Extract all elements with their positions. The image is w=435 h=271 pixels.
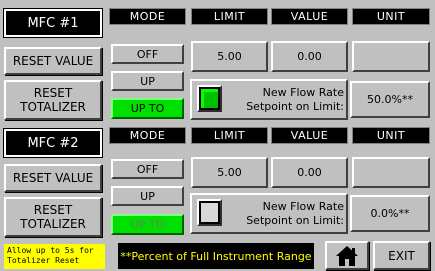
setpoint-label-2: New Flow Rate Setpoint on Limit:: [226, 200, 344, 230]
mode-up-button-1[interactable]: UP: [111, 71, 184, 91]
mfc1-title: MFC #1: [3, 8, 103, 38]
setpoint-toggle-1[interactable]: [197, 85, 222, 112]
setpoint-label-2-line1: New Flow Rate: [262, 200, 344, 213]
unit-field-2[interactable]: [352, 157, 430, 188]
range-note: **Percent of Full Instrument Range: [118, 243, 314, 269]
mode-off-button-2[interactable]: OFF: [111, 159, 184, 179]
setpoint-label-1-line2: Setpoint on Limit:: [246, 100, 344, 113]
header-limit-2: LIMIT: [191, 127, 268, 144]
header-value-1: VALUE: [271, 8, 348, 25]
limit-field-1[interactable]: 5.00: [191, 41, 268, 72]
setpoint-label-1-line1: New Flow Rate: [262, 86, 344, 99]
mfc2-title: MFC #2: [3, 128, 103, 158]
header-value-2: VALUE: [271, 127, 348, 144]
header-unit-2: UNIT: [352, 127, 430, 144]
reset-totalizer-button-2[interactable]: RESET TOTALIZER: [4, 197, 102, 237]
reset-totalizer-label-1b: TOTALIZER: [20, 100, 86, 114]
mode-up-to-button-2[interactable]: UP TO: [111, 214, 184, 235]
reset-value-button-2[interactable]: RESET VALUE: [4, 164, 102, 192]
value-field-1[interactable]: 0.00: [271, 41, 348, 72]
setpoint-toggle-2[interactable]: [197, 199, 222, 226]
header-mode-1: MODE: [109, 8, 186, 25]
setpoint-value-field-2[interactable]: 0.0%**: [350, 195, 430, 232]
mode-off-button-1[interactable]: OFF: [111, 44, 184, 64]
setpoint-value-field-1[interactable]: 50.0%**: [350, 81, 430, 118]
header-limit-1: LIMIT: [191, 8, 268, 25]
limit-field-2[interactable]: 5.00: [191, 157, 268, 188]
header-unit-1: UNIT: [352, 8, 430, 25]
reset-note-line1: Allow up to 5s for: [7, 246, 94, 255]
reset-totalizer-label-1a: RESET: [33, 86, 73, 100]
home-button[interactable]: [325, 241, 369, 270]
value-field-2[interactable]: 0.00: [271, 157, 348, 188]
reset-totalizer-label-2b: TOTALIZER: [20, 217, 86, 231]
mode-up-button-2[interactable]: UP: [111, 186, 184, 206]
setpoint-label-2-line2: Setpoint on Limit:: [246, 214, 344, 227]
mode-up-to-button-1[interactable]: UP TO: [111, 98, 184, 119]
reset-totalizer-label-2a: RESET: [33, 203, 73, 217]
reset-value-button-1[interactable]: RESET VALUE: [4, 47, 102, 75]
setpoint-label-1: New Flow Rate Setpoint on Limit:: [226, 86, 344, 116]
home-icon: [336, 245, 358, 266]
unit-field-1[interactable]: [352, 41, 430, 72]
header-mode-2: MODE: [109, 127, 186, 144]
exit-button[interactable]: EXIT: [373, 241, 430, 270]
reset-note-line2: Totalizer Reset: [7, 256, 80, 265]
reset-note: Allow up to 5s for Totalizer Reset: [4, 244, 105, 269]
reset-totalizer-button-1[interactable]: RESET TOTALIZER: [4, 80, 102, 120]
